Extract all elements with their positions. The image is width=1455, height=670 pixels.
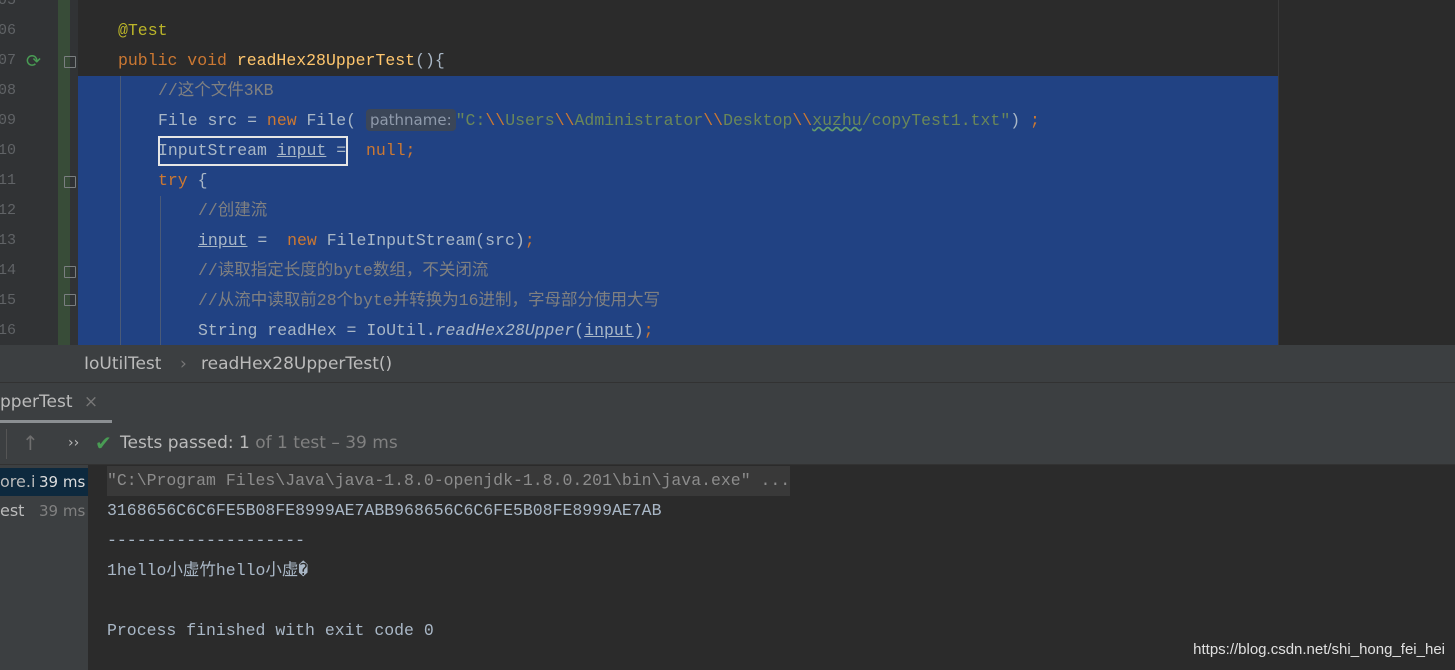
tree-item[interactable]: est 39 ms — [0, 497, 88, 525]
code-line: //这个文件3KB — [158, 76, 274, 106]
code-line: //从流中读取前28个byte并转换为16进制，字母部分使用大写 — [198, 286, 660, 316]
code-token: "C: — [455, 111, 486, 130]
tree-item[interactable]: ore.ic 39 ms — [0, 468, 88, 496]
code-token: public void — [118, 51, 237, 70]
code-token: FileInputStream(src) — [326, 231, 525, 250]
tab-run-test[interactable]: pperTest × — [0, 383, 112, 423]
divider — [6, 429, 7, 459]
code-token: ( — [574, 321, 585, 340]
line-number: 06 — [0, 22, 16, 39]
fold-icon[interactable] — [64, 294, 76, 306]
code-token: //创建流 — [198, 201, 268, 220]
line-number: 09 — [0, 112, 16, 129]
parameter-hint: pathname: — [365, 109, 456, 131]
line-number: 05 — [0, 0, 16, 9]
line-number: 07 — [0, 52, 16, 69]
line-number: 15 — [0, 292, 16, 309]
code-token: /copyTest1.txt" — [861, 111, 1011, 130]
tree-item-label: ore.ic — [0, 472, 34, 491]
check-icon: ✔ — [95, 431, 112, 455]
line-number: 11 — [0, 172, 16, 189]
code-line: @Test — [118, 16, 168, 46]
fold-icon[interactable] — [64, 176, 76, 188]
console-line: Process finished with exit code 0 — [107, 621, 434, 640]
close-icon[interactable]: × — [84, 392, 98, 412]
code-token: null; — [365, 141, 416, 160]
arrow-up-icon[interactable]: ↑ — [22, 423, 39, 463]
breadcrumb-class[interactable]: IoUtilTest — [84, 345, 161, 383]
code-line: //读取指定长度的byte数组，不关闭流 — [198, 256, 488, 286]
code-line: String readHex = IoUtil.readHex28Upper(i… — [198, 316, 654, 345]
code-line: File src = new File( pathname: "C:\\Users… — [158, 106, 1040, 136]
code-token: Users — [505, 111, 555, 130]
line-number: 13 — [0, 232, 16, 249]
code-token: //这个文件3KB — [158, 81, 274, 100]
highlight-box — [158, 136, 348, 166]
console-line: 3168656C6C6FE5B08FE8999AE7ABB968656C6C6F… — [107, 501, 662, 520]
more-icon[interactable]: ›› — [68, 423, 79, 463]
line-number: 08 — [0, 82, 16, 99]
line-number: 10 — [0, 142, 16, 159]
code-token: { — [197, 171, 208, 190]
console-line: 1hello小虚竹hello小虚� — [107, 561, 309, 580]
run-test-icon[interactable]: ⟳ — [26, 51, 41, 72]
code-token: try — [158, 171, 198, 190]
code-token: ) — [1010, 111, 1031, 130]
code-token: @Test — [118, 21, 168, 40]
code-line: //创建流 — [198, 196, 267, 226]
code-token: = — [247, 231, 288, 250]
tree-item-time: 39 ms — [39, 502, 86, 520]
tree-item-time: 39 ms — [39, 473, 86, 491]
code-token: Administrator — [574, 111, 704, 130]
code-token: \\ — [703, 111, 724, 130]
watermark: https://blog.csdn.net/shi_hong_fei_hei — [1193, 641, 1445, 658]
code-token: \\ — [485, 111, 506, 130]
code-token: input — [198, 231, 248, 250]
code-token: ) — [633, 321, 644, 340]
tree-item-label: est — [0, 501, 25, 520]
code-token: ; — [1030, 111, 1040, 130]
line-number: 12 — [0, 202, 16, 219]
test-toolbar: ↑ ›› ✔ Tests passed: 1 of 1 test – 39 ms — [0, 423, 1455, 465]
indent-guide — [160, 196, 161, 345]
code-token: ; — [524, 231, 535, 250]
code-token: \\ — [554, 111, 575, 130]
test-status-detail: of 1 test – 39 ms — [249, 433, 398, 453]
chevron-right-icon: › — [180, 354, 187, 374]
code-line: public void readHex28UpperTest(){ — [118, 46, 445, 76]
code-token: new — [266, 111, 307, 130]
run-tab-bar: pperTest × — [0, 383, 1455, 423]
breadcrumb: IoUtilTest › readHex28UpperTest() — [0, 345, 1455, 383]
code-token: (){ — [415, 51, 445, 70]
line-number: 14 — [0, 262, 16, 279]
tab-label: pperTest — [0, 392, 73, 412]
code-token: new — [287, 231, 327, 250]
code-token: String readHex = IoUtil. — [198, 321, 436, 340]
code-token: //读取指定长度的byte数组，不关闭流 — [198, 261, 489, 280]
breadcrumb-method[interactable]: readHex28UpperTest() — [201, 345, 392, 383]
code-token: readHex28UpperTest — [236, 51, 416, 70]
code-token: File( — [306, 111, 366, 130]
code-token: Desktop — [723, 111, 793, 130]
code-token: input — [584, 321, 634, 340]
code-token: File src = — [158, 111, 267, 130]
console-line: -------------------- — [107, 531, 306, 550]
code-token: \\ — [792, 111, 813, 130]
console-command: "C:\Program Files\Java\java-1.8.0-openjd… — [107, 466, 791, 496]
right-margin-guide — [1278, 0, 1279, 345]
code-line: input = new FileInputStream(src); — [198, 226, 535, 256]
test-tree: ore.ic 39 ms est 39 ms — [0, 465, 88, 670]
line-number: 16 — [0, 322, 16, 339]
code-editor[interactable]: ⟳ 05 06 07 08 09 10 11 12 13 14 15 16 @Test public vo… — [0, 0, 1455, 345]
code-token: xuzhu — [812, 111, 862, 130]
code-token: readHex28Upper — [435, 321, 575, 340]
fold-icon[interactable] — [64, 266, 76, 278]
test-status: Tests passed: 1 — [120, 433, 250, 453]
code-line: try { — [158, 166, 208, 196]
console-output[interactable]: "C:\Program Files\Java\java-1.8.0-openjd… — [88, 465, 1455, 670]
indent-guide — [120, 76, 121, 345]
code-token: //从流中读取前28个byte并转换为16进制，字母部分使用大写 — [198, 291, 661, 310]
code-token: ; — [643, 321, 654, 340]
fold-icon[interactable] — [64, 56, 76, 68]
